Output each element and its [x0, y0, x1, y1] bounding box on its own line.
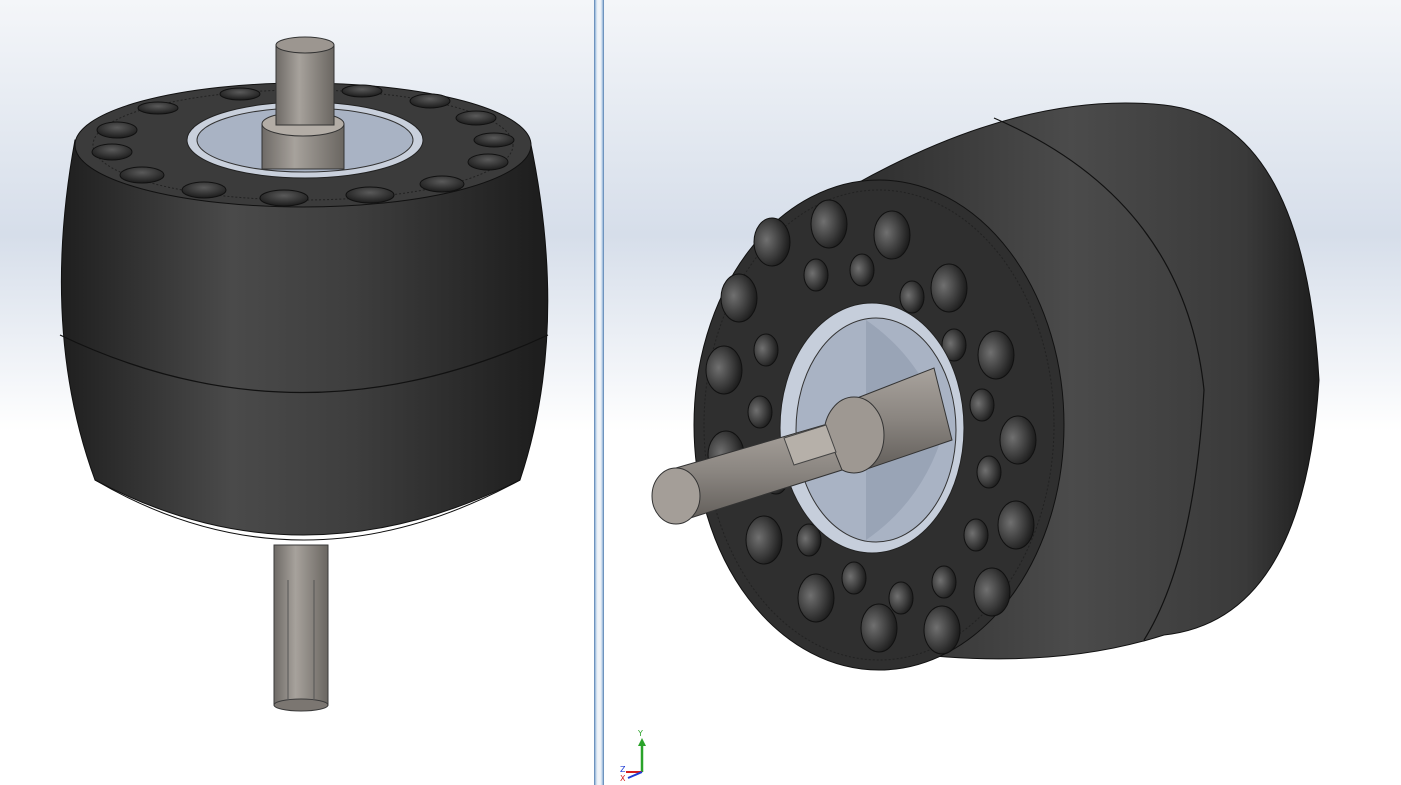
view-triad[interactable]: Y Z X	[618, 728, 658, 784]
triad-z-label: Z	[620, 765, 626, 774]
triad-x-label: X	[620, 774, 626, 783]
viewport-left[interactable]	[0, 0, 594, 785]
triad-y-label: Y	[637, 729, 643, 738]
viewport-right[interactable]	[604, 0, 1401, 785]
viewport-splitter[interactable]	[594, 0, 604, 785]
lower-shaft[interactable]	[273, 544, 329, 706]
wheel-model-top-view[interactable]	[0, 0, 594, 785]
wheel-model-side-view[interactable]	[604, 0, 1401, 785]
graphics-area: Y Z X	[0, 0, 1401, 785]
upper-shaft[interactable]	[275, 44, 335, 126]
